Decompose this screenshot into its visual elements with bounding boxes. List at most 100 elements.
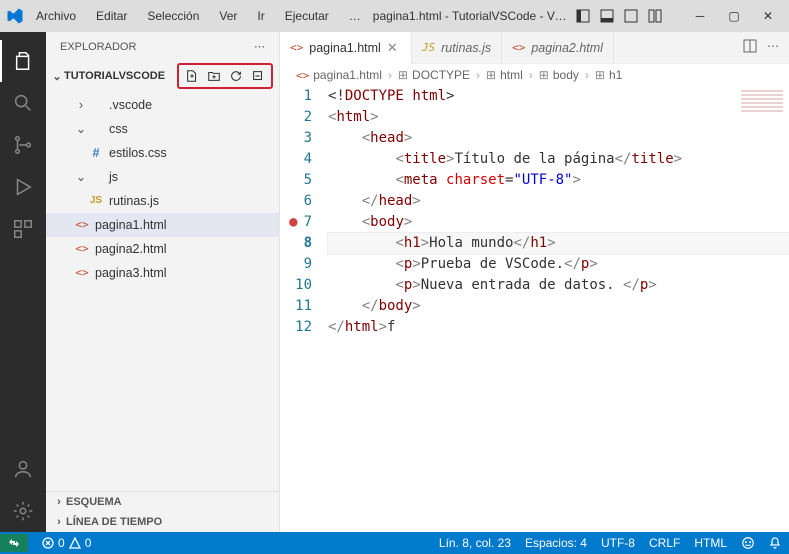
tag: html	[336, 109, 370, 125]
project-header[interactable]: ⌄ TUTORIALVSCODE	[46, 61, 279, 91]
status-encoding[interactable]: UTF-8	[601, 536, 635, 550]
tag: h1	[530, 235, 547, 251]
bc-file-icon: <>	[296, 69, 309, 82]
collapse-all-icon[interactable]	[249, 67, 267, 85]
status-line-col[interactable]: Lín. 8, col. 23	[439, 536, 511, 550]
crumb-file[interactable]: pagina1.html	[313, 68, 382, 82]
tab-label: pagina1.html	[309, 41, 381, 55]
file-icon: <>	[74, 239, 90, 259]
layout-panel-icon[interactable]	[597, 6, 617, 26]
bracket-icon: ⊞	[486, 68, 496, 82]
menu-ver[interactable]: Ver	[211, 5, 245, 27]
crumb-doctype[interactable]: DOCTYPE	[412, 68, 470, 82]
remote-indicator[interactable]	[0, 534, 28, 552]
line-number[interactable]: 4	[280, 149, 314, 170]
line-number[interactable]: 11	[280, 296, 314, 317]
line-number[interactable]: 5	[280, 170, 314, 191]
refresh-icon[interactable]	[227, 67, 245, 85]
menu-editar[interactable]: Editar	[88, 5, 135, 27]
new-folder-icon[interactable]	[205, 67, 223, 85]
status-spaces[interactable]: Espacios: 4	[525, 536, 587, 550]
file-label: rutinas.js	[109, 191, 159, 211]
tab-pagina1-html[interactable]: <> pagina1.html ✕	[280, 32, 412, 64]
code-editor-content[interactable]: <!DOCTYPE html> <html> <head> <title>Tít…	[328, 86, 789, 532]
layout-sidebar-right-icon[interactable]	[621, 6, 641, 26]
status-eol[interactable]: CRLF	[649, 536, 680, 550]
error-count: 0	[58, 536, 65, 550]
activity-extensions-icon[interactable]	[0, 208, 46, 250]
file-label: pagina2.html	[95, 239, 167, 259]
activity-account-icon[interactable]	[0, 448, 46, 490]
file-tree-item-css[interactable]: ⌄css	[46, 117, 279, 141]
close-button[interactable]: ✕	[753, 2, 783, 30]
text: Hola mundo	[429, 235, 513, 251]
file-tree-item-estilos-css[interactable]: #estilos.css	[46, 141, 279, 165]
status-problems[interactable]: 0 0	[42, 536, 91, 550]
new-file-icon[interactable]	[183, 67, 201, 85]
activity-settings-icon[interactable]	[0, 490, 46, 532]
activity-source-control-icon[interactable]	[0, 124, 46, 166]
status-notifications-icon[interactable]	[769, 537, 781, 549]
chevron-icon: ⌄	[74, 167, 88, 187]
minimap[interactable]	[741, 88, 783, 138]
menu-archivo[interactable]: Archivo	[28, 5, 84, 27]
tag: body	[379, 298, 413, 314]
crumb-html[interactable]: html	[500, 68, 523, 82]
line-number[interactable]: 2	[280, 107, 314, 128]
tag: meta	[404, 172, 438, 188]
line-number[interactable]: 1	[280, 86, 314, 107]
editor-more-icon[interactable]: ⋯	[767, 39, 779, 56]
crumb-body[interactable]: body	[553, 68, 579, 82]
line-number[interactable]: 8	[280, 233, 314, 254]
line-number[interactable]: 3	[280, 128, 314, 149]
activity-explorer-icon[interactable]	[0, 40, 46, 82]
file-icon: <>	[74, 215, 90, 235]
menu-more[interactable]: …	[341, 5, 369, 27]
project-name: TUTORIALVSCODE	[64, 70, 165, 82]
file-tree-item-pagina2-html[interactable]: <>pagina2.html	[46, 237, 279, 261]
text: f	[387, 319, 395, 335]
tag: h1	[404, 235, 421, 251]
status-language[interactable]: HTML	[694, 536, 727, 550]
menu-ir[interactable]: Ir	[249, 5, 272, 27]
file-label: pagina1.html	[95, 215, 167, 235]
activity-search-icon[interactable]	[0, 82, 46, 124]
file-icon: <>	[290, 41, 303, 54]
activity-run-debug-icon[interactable]	[0, 166, 46, 208]
file-icon: <>	[74, 263, 90, 283]
crumb-h1[interactable]: h1	[609, 68, 622, 82]
file-label: estilos.css	[109, 143, 167, 163]
tab-close-icon[interactable]: ✕	[387, 40, 401, 56]
menu-seleccion[interactable]: Selección	[139, 5, 207, 27]
menu-ejecutar[interactable]: Ejecutar	[277, 5, 337, 27]
split-editor-icon[interactable]	[743, 39, 757, 56]
explorer-title: EXPLORADOR	[60, 41, 136, 53]
file-tree-item-pagina1-html[interactable]: <>pagina1.html	[46, 213, 279, 237]
line-number[interactable]: 12	[280, 317, 314, 338]
maximize-button[interactable]: ▢	[719, 2, 749, 30]
layout-sidebar-left-icon[interactable]	[573, 6, 593, 26]
tag: title	[631, 151, 673, 167]
line-number[interactable]: 9	[280, 254, 314, 275]
explorer-more-icon[interactable]: ⋯	[254, 40, 265, 53]
line-number[interactable]: 10	[280, 275, 314, 296]
outline-section[interactable]: ›ESQUEMA	[46, 492, 279, 512]
timeline-section[interactable]: ›LÍNEA DE TIEMPO	[46, 512, 279, 532]
tab-label: pagina2.html	[531, 41, 603, 55]
status-feedback-icon[interactable]	[741, 536, 755, 550]
file-tree-item-pagina3-html[interactable]: <>pagina3.html	[46, 261, 279, 285]
tag: body	[370, 214, 404, 230]
tab-rutinas-js[interactable]: JSrutinas.js	[412, 32, 502, 64]
line-number[interactable]: ●7	[280, 212, 314, 233]
file-tree-item-rutinas-js[interactable]: JSrutinas.js	[46, 189, 279, 213]
line-number[interactable]: 6	[280, 191, 314, 212]
layout-customize-icon[interactable]	[645, 6, 665, 26]
file-label: pagina3.html	[95, 263, 167, 283]
file-tree-item-js[interactable]: ⌄js	[46, 165, 279, 189]
tab-pagina2-html[interactable]: <>pagina2.html	[502, 32, 614, 64]
file-tree-item--vscode[interactable]: ›.vscode	[46, 93, 279, 117]
text: Nueva entrada de datos.	[421, 277, 623, 293]
attr: charset	[446, 172, 505, 188]
minimize-button[interactable]: ─	[685, 2, 715, 30]
timeline-label: LÍNEA DE TIEMPO	[66, 516, 162, 528]
